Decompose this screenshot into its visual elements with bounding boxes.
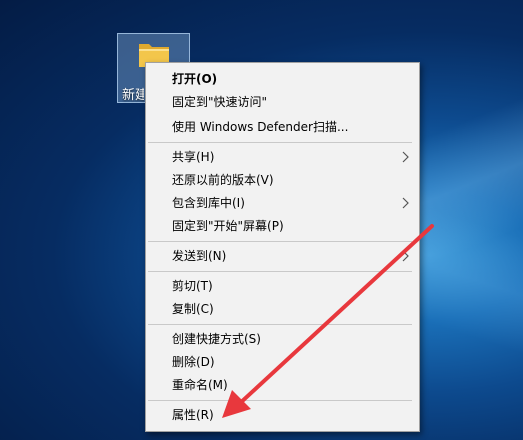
menu-item-label: 共享(H) xyxy=(172,150,215,164)
menu-item-label: 删除(D) xyxy=(172,355,215,369)
menu-separator xyxy=(148,241,412,242)
menu-item-cut[interactable]: 剪切(T) xyxy=(147,275,418,297)
menu-item-pin-quick-access[interactable]: 固定到"快速访问" xyxy=(147,91,418,113)
menu-item-label: 还原以前的版本(V) xyxy=(172,173,274,187)
menu-item-label: 固定到"开始"屏幕(P) xyxy=(172,219,284,233)
menu-item-open[interactable]: 打开(O) xyxy=(147,68,418,90)
menu-item-copy[interactable]: 复制(C) xyxy=(147,298,418,320)
menu-item-label: 使用 Windows Defender扫描... xyxy=(172,120,349,134)
menu-item-label: 复制(C) xyxy=(172,302,214,316)
menu-item-label: 剪切(T) xyxy=(172,279,213,293)
menu-item-label: 重命名(M) xyxy=(172,378,228,392)
chevron-right-icon xyxy=(402,151,409,163)
menu-separator xyxy=(148,142,412,143)
menu-item-label: 发送到(N) xyxy=(172,249,227,263)
menu-item-delete[interactable]: 删除(D) xyxy=(147,351,418,373)
menu-item-create-shortcut[interactable]: 创建快捷方式(S) xyxy=(147,328,418,350)
menu-item-label: 创建快捷方式(S) xyxy=(172,332,261,346)
desktop-icon-label: 新建文件夹 xyxy=(122,88,144,103)
menu-item-label: 属性(R) xyxy=(172,408,214,422)
chevron-right-icon xyxy=(402,197,409,209)
menu-item-label: 包含到库中(I) xyxy=(172,196,245,210)
menu-item-label: 固定到"快速访问" xyxy=(172,95,268,109)
menu-item-pin-start[interactable]: 固定到"开始"屏幕(P) xyxy=(147,215,418,237)
menu-separator xyxy=(148,324,412,325)
menu-separator xyxy=(148,400,412,401)
chevron-right-icon xyxy=(402,250,409,262)
menu-item-send-to[interactable]: 发送到(N) xyxy=(147,245,418,267)
menu-item-include-library[interactable]: 包含到库中(I) xyxy=(147,192,418,214)
menu-item-defender-scan[interactable]: 使用 Windows Defender扫描... xyxy=(147,116,418,138)
menu-item-properties[interactable]: 属性(R) xyxy=(147,404,418,426)
menu-item-restore-versions[interactable]: 还原以前的版本(V) xyxy=(147,169,418,191)
menu-item-label: 打开(O) xyxy=(172,72,218,86)
menu-item-rename[interactable]: 重命名(M) xyxy=(147,374,418,396)
menu-item-share[interactable]: 共享(H) xyxy=(147,146,418,168)
context-menu: 打开(O) 固定到"快速访问" 使用 Windows Defender扫描...… xyxy=(145,62,420,432)
menu-separator xyxy=(148,271,412,272)
